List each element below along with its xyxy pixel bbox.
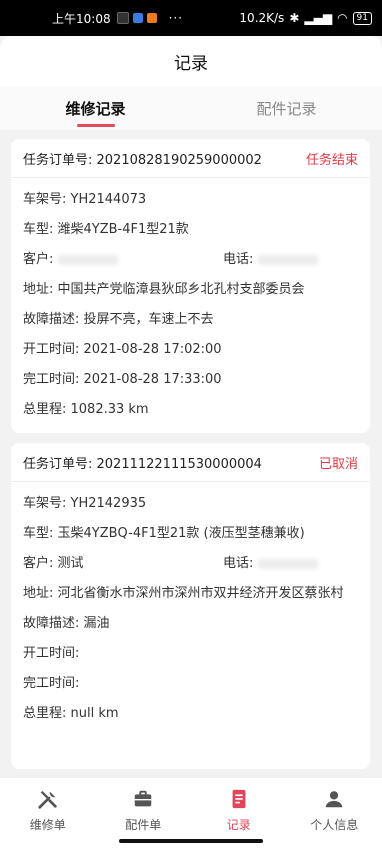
- vehicle-model: 车型: 玉柴4YZBQ-4F1型21款 (液压型茎穗兼收): [11, 524, 370, 544]
- nav-label: 记录: [227, 816, 251, 833]
- customer-phone-row: 客户: 电话:: [11, 250, 370, 270]
- nav-label: 个人信息: [310, 816, 358, 833]
- card-header: 任务订单号: 20211122111530000004 已取消: [11, 443, 370, 482]
- more-notifications-icon: ···: [169, 11, 183, 25]
- tab-repair-records[interactable]: 维修记录: [0, 86, 191, 130]
- status-badge: 已取消: [319, 453, 358, 472]
- nav-repair-orders[interactable]: 维修单: [0, 778, 96, 851]
- customer: 客户:: [23, 252, 53, 267]
- tools-icon: [37, 788, 59, 810]
- page-title: 记录: [174, 49, 208, 74]
- status-time: 上午10:08: [52, 10, 111, 27]
- nav-profile[interactable]: 个人信息: [287, 778, 382, 851]
- home-indicator[interactable]: [119, 839, 263, 843]
- document-icon: [228, 788, 250, 810]
- start-time: 开工时间:: [11, 644, 370, 664]
- customer-phone-row: 客户: 测试 电话:: [11, 554, 370, 574]
- record-card[interactable]: 任务订单号: 20210828190259000002 任务结束 车架号: YH…: [11, 139, 370, 433]
- card-header: 任务订单号: 20210828190259000002 任务结束: [11, 139, 370, 178]
- fault-description: 故障描述: 漏油: [11, 614, 370, 634]
- tab-parts-records[interactable]: 配件记录: [191, 86, 382, 130]
- vehicle-model: 车型: 潍柴4YZB-4F1型21款: [11, 220, 370, 240]
- finish-time: 完工时间: 2021-08-28 17:33:00: [11, 370, 370, 390]
- order-number: 任务订单号: 20210828190259000002: [23, 149, 262, 168]
- page-header: 记录: [0, 36, 382, 86]
- order-number: 任务订单号: 20211122111530000004: [23, 453, 262, 472]
- phone: 电话:: [223, 556, 253, 571]
- frame-number: 车架号: YH2142935: [11, 494, 370, 514]
- address: 地址: 中国共产党临漳县狄邱乡北孔村支部委员会: [11, 280, 370, 300]
- phone: 电话:: [223, 252, 253, 267]
- person-icon: [323, 788, 345, 810]
- tab-active-indicator: [77, 124, 115, 127]
- fault-description: 故障描述: 投屏不亮，车速上不去: [11, 310, 370, 330]
- net-speed: 10.2K/s: [239, 11, 284, 25]
- battery-icon: 91: [353, 12, 372, 25]
- start-time: 开工时间: 2021-08-28 17:02:00: [11, 340, 370, 360]
- tab-label: 配件记录: [256, 98, 316, 119]
- total-mileage: 总里程: null km: [11, 704, 370, 724]
- frame-number: 车架号: YH2144073: [11, 190, 370, 210]
- address: 地址: 河北省衡水市深州市深州市双井经济开发区蔡张村: [11, 584, 370, 604]
- status-badge: 任务结束: [306, 149, 358, 168]
- redacted-value: [258, 559, 318, 569]
- finish-time: 完工时间:: [11, 674, 370, 694]
- app-icon: [133, 13, 143, 23]
- briefcase-icon: [132, 788, 154, 810]
- nav-label: 配件单: [125, 816, 161, 833]
- total-mileage: 总里程: 1082.33 km: [11, 400, 370, 420]
- app-icon-2: [147, 13, 157, 23]
- bluetooth-icon: ✱: [289, 11, 299, 25]
- nav-label: 维修单: [30, 816, 66, 833]
- customer: 客户: 测试: [23, 556, 84, 571]
- tab-label: 维修记录: [65, 98, 125, 119]
- tiktok-icon: [117, 12, 129, 24]
- signal-icon: ▂▄▆: [304, 11, 332, 25]
- status-bar: 上午10:08 ··· 10.2K/s ✱ ▂▄▆ ◠ 91: [0, 0, 382, 36]
- record-tabs: 维修记录 配件记录: [0, 86, 382, 130]
- wifi-icon: ◠: [337, 11, 347, 25]
- redacted-value: [258, 255, 318, 265]
- record-card[interactable]: 任务订单号: 20211122111530000004 已取消 车架号: YH2…: [11, 443, 370, 769]
- redacted-value: [58, 255, 118, 265]
